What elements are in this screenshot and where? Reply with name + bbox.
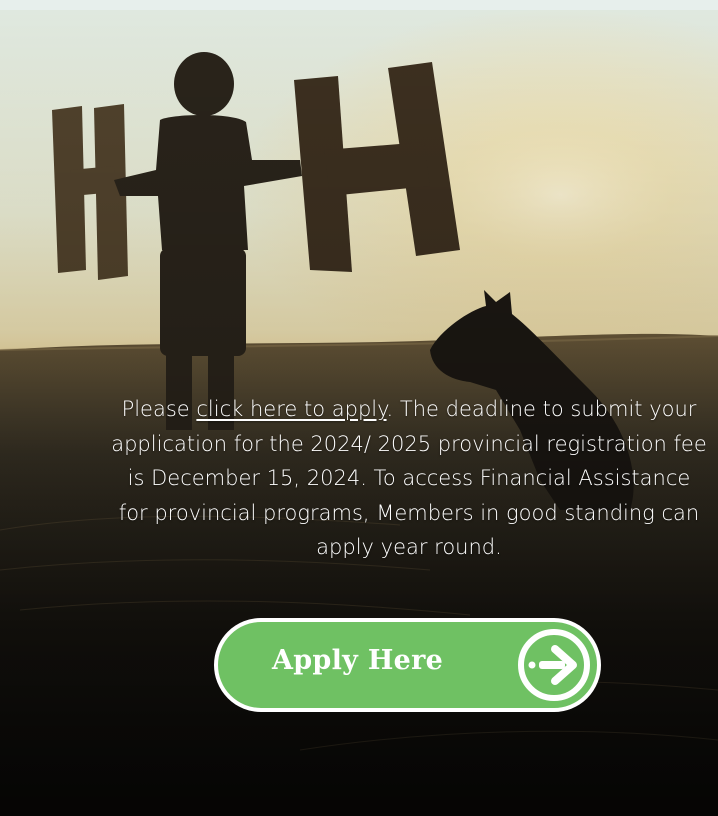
top-strip	[0, 0, 718, 10]
intro-paragraph: Please click here to apply. The deadline…	[110, 392, 708, 565]
intro-text-after-link: . The deadline to submit your applicatio…	[111, 397, 707, 559]
arrow-right-circle-icon	[517, 628, 591, 702]
apply-link[interactable]: click here to apply	[196, 397, 386, 421]
apply-here-label: Apply Here	[272, 645, 444, 676]
intro-text-before-link: Please	[121, 397, 197, 421]
apply-here-button[interactable]: Apply Here	[214, 618, 601, 712]
page: Please click here to apply. The deadline…	[0, 0, 718, 816]
